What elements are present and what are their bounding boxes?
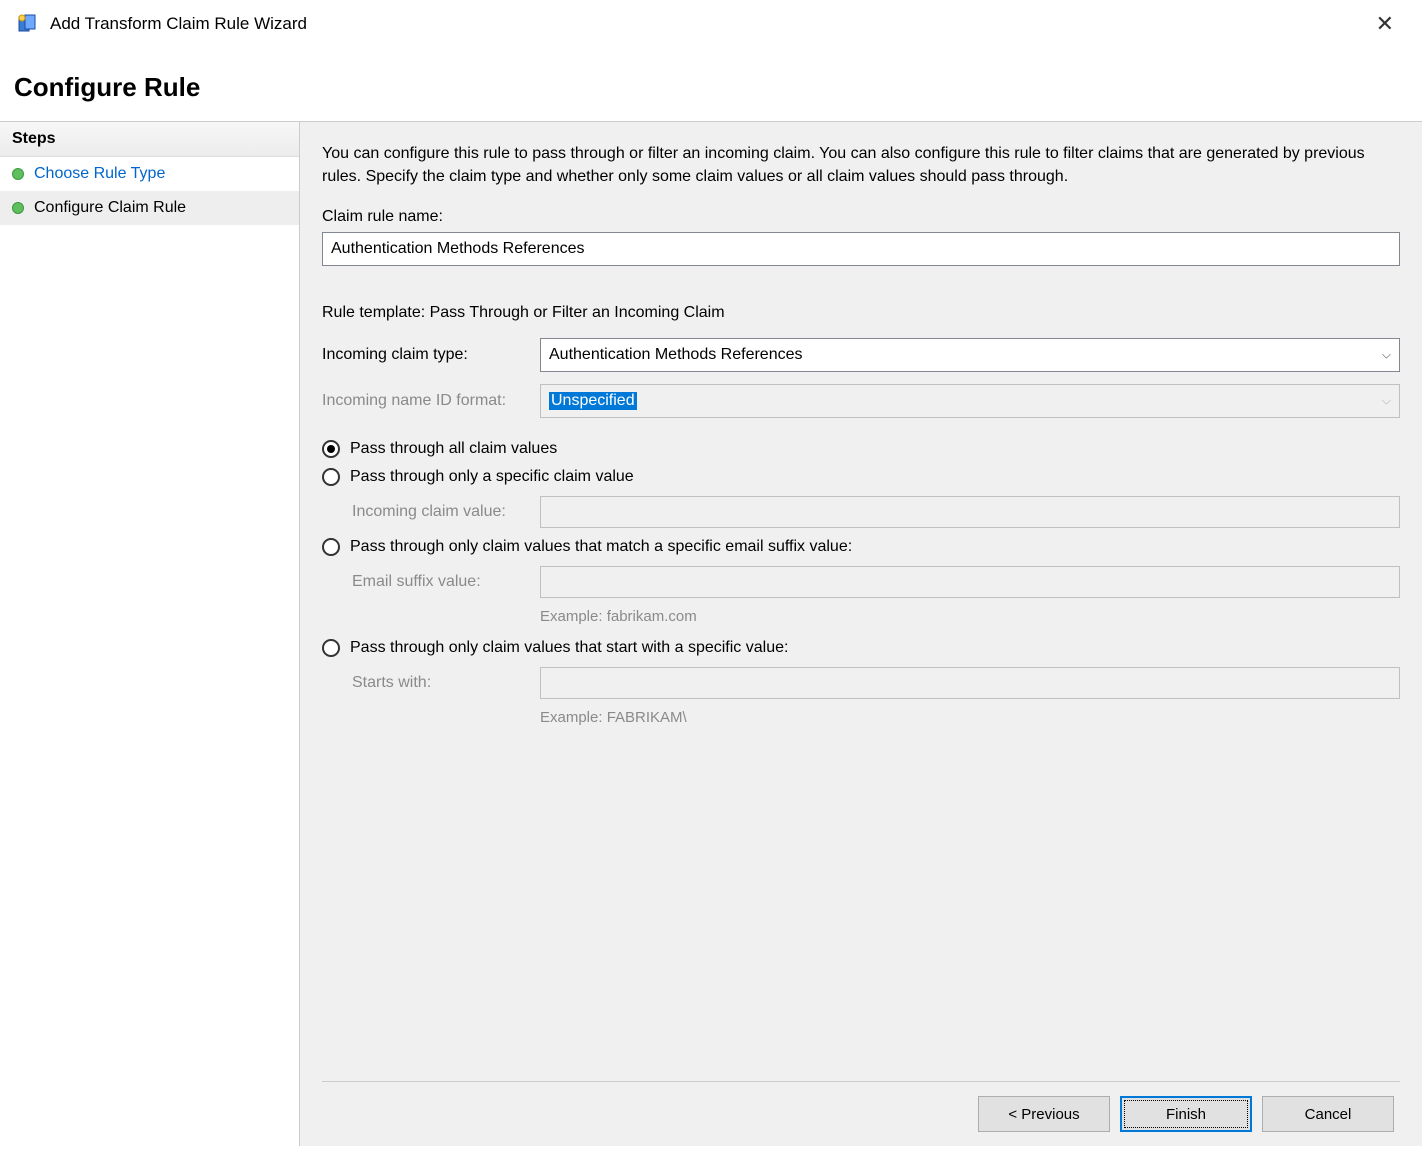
radio-icon — [322, 440, 340, 458]
incoming-claim-type-combo[interactable]: Authentication Methods References ⌵ — [540, 338, 1400, 372]
incoming-claim-value-row: Incoming claim value: — [352, 496, 1400, 528]
wizard-icon — [16, 12, 40, 36]
email-suffix-label: Email suffix value: — [352, 573, 540, 591]
claim-rule-name-label: Claim rule name: — [322, 208, 1400, 226]
steps-sidebar: Steps Choose Rule Type Configure Claim R… — [0, 122, 300, 1146]
radio-specific-value[interactable]: Pass through only a specific claim value — [322, 468, 1400, 486]
email-suffix-example: Example: fabrikam.com — [540, 608, 1400, 625]
claim-rule-name-input[interactable] — [322, 232, 1400, 266]
incoming-claim-type-label: Incoming claim type: — [322, 346, 540, 364]
radio-pass-through-all[interactable]: Pass through all claim values — [322, 440, 1400, 458]
incoming-claim-value-input — [540, 496, 1400, 528]
close-button[interactable]: ✕ — [1364, 7, 1406, 41]
rule-template-label: Rule template: Pass Through or Filter an… — [322, 304, 1400, 322]
pass-through-options: Pass through all claim values Pass throu… — [322, 440, 1400, 740]
email-suffix-input — [540, 566, 1400, 598]
incoming-name-id-value: Unspecified — [549, 392, 637, 410]
step-label: Choose Rule Type — [34, 165, 165, 183]
step-complete-icon — [12, 168, 24, 180]
incoming-name-id-combo: Unspecified ⌵ — [540, 384, 1400, 418]
radio-icon — [322, 538, 340, 556]
incoming-claim-value-label: Incoming claim value: — [352, 503, 540, 521]
page-title: Configure Rule — [0, 48, 1422, 121]
email-suffix-row: Email suffix value: — [352, 566, 1400, 598]
radio-icon — [322, 639, 340, 657]
chevron-down-icon: ⌵ — [1382, 394, 1391, 409]
incoming-claim-type-value: Authentication Methods References — [549, 346, 802, 364]
wizard-body: Steps Choose Rule Type Configure Claim R… — [0, 121, 1422, 1146]
window-title: Add Transform Claim Rule Wizard — [50, 14, 307, 34]
starts-with-input — [540, 667, 1400, 699]
finish-button[interactable]: Finish — [1120, 1096, 1252, 1132]
chevron-down-icon: ⌵ — [1382, 348, 1391, 363]
button-bar: < Previous Finish Cancel — [322, 1081, 1400, 1146]
step-current-icon — [12, 202, 24, 214]
step-choose-rule-type[interactable]: Choose Rule Type — [0, 157, 299, 191]
step-label: Configure Claim Rule — [34, 199, 186, 217]
cancel-button[interactable]: Cancel — [1262, 1096, 1394, 1132]
radio-label: Pass through only claim values that star… — [350, 639, 788, 657]
content-panel: You can configure this rule to pass thro… — [300, 122, 1422, 1146]
titlebar: Add Transform Claim Rule Wizard ✕ — [0, 0, 1422, 48]
radio-email-suffix[interactable]: Pass through only claim values that matc… — [322, 538, 1400, 556]
radio-label: Pass through only a specific claim value — [350, 468, 634, 486]
radio-label: Pass through all claim values — [350, 440, 557, 458]
starts-with-example: Example: FABRIKAM\ — [540, 709, 1400, 726]
step-configure-claim-rule[interactable]: Configure Claim Rule — [0, 191, 299, 225]
radio-label: Pass through only claim values that matc… — [350, 538, 852, 556]
starts-with-label: Starts with: — [352, 674, 540, 692]
intro-text: You can configure this rule to pass thro… — [322, 142, 1400, 188]
incoming-name-id-label: Incoming name ID format: — [322, 392, 540, 410]
radio-starts-with[interactable]: Pass through only claim values that star… — [322, 639, 1400, 657]
starts-with-row: Starts with: — [352, 667, 1400, 699]
steps-header: Steps — [0, 122, 299, 157]
radio-icon — [322, 468, 340, 486]
previous-button[interactable]: < Previous — [978, 1096, 1110, 1132]
